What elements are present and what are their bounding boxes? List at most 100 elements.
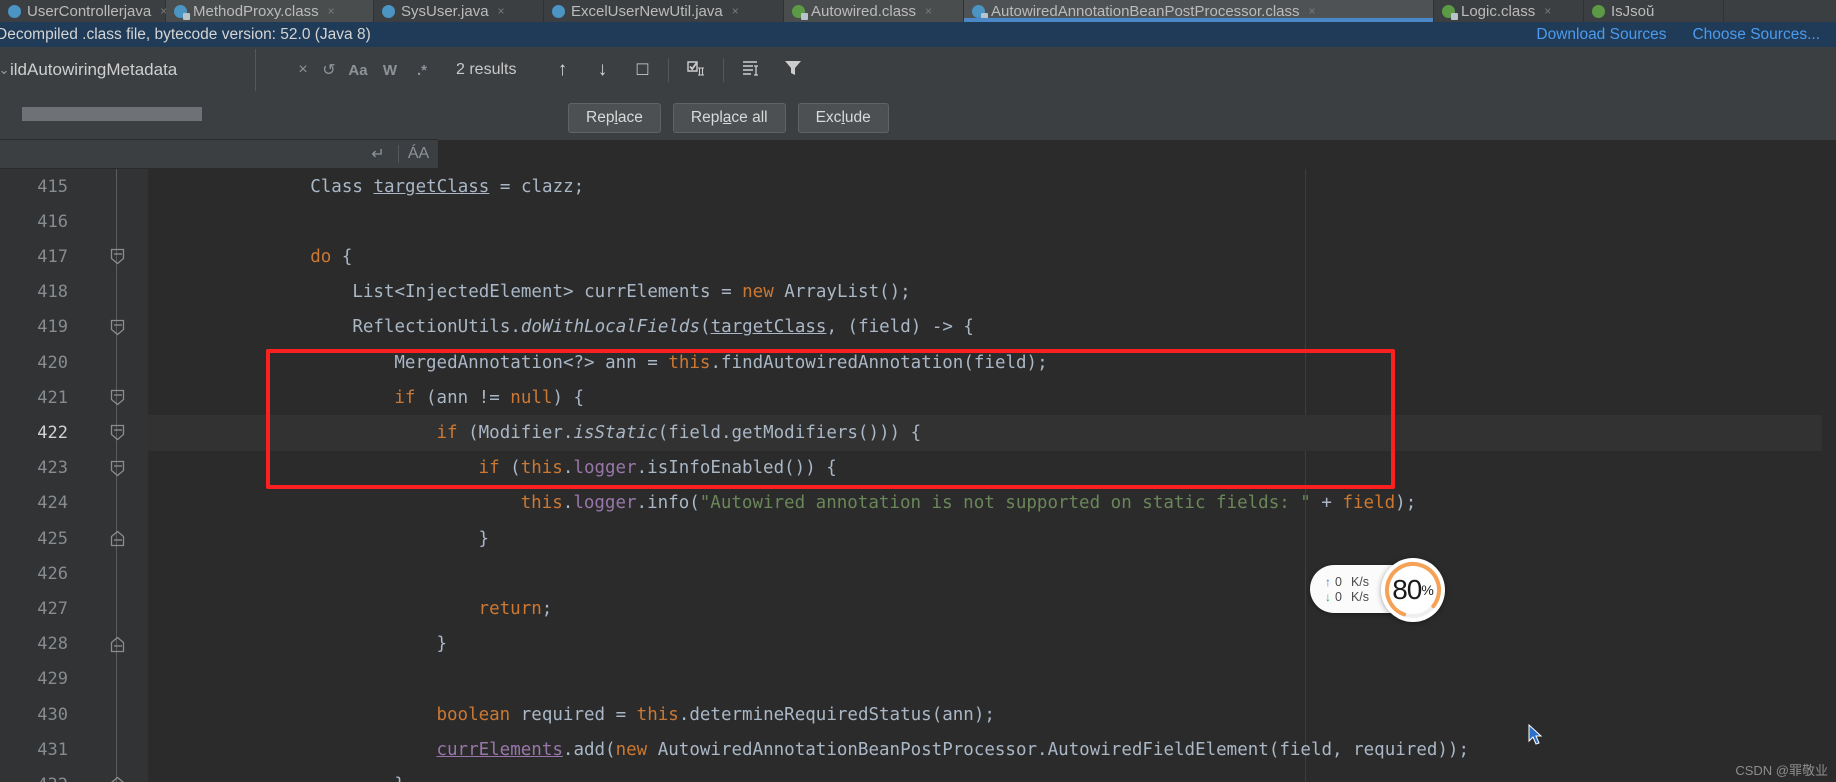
- replace-all-button[interactable]: Replace all: [672, 102, 786, 133]
- clear-search-icon[interactable]: ×: [290, 61, 316, 79]
- search-input-value: ildAutowiringMetadata: [10, 60, 178, 79]
- upload-speed-unit: K/s: [1350, 574, 1370, 589]
- fold-expanded-icon[interactable]: [107, 317, 127, 337]
- select-all-occurrences-icon[interactable]: [675, 58, 717, 83]
- line-number: 426: [37, 563, 68, 584]
- code-line[interactable]: 432}: [0, 767, 1836, 782]
- close-icon[interactable]: ×: [498, 4, 505, 18]
- code-line[interactable]: 419 ReflectionUtils.doWithLocalFields(tar…: [0, 310, 1836, 345]
- fold-expanded-icon[interactable]: [107, 388, 127, 408]
- fold-expanded-icon[interactable]: [107, 423, 127, 443]
- close-icon[interactable]: ×: [328, 4, 335, 18]
- arrow-down-icon: ↓: [1325, 589, 1331, 604]
- line-number: 432: [0, 775, 78, 782]
- open-in-find-window-icon[interactable]: □: [622, 59, 662, 81]
- java-file-icon: [552, 4, 565, 18]
- fold-end-icon[interactable]: [107, 775, 127, 782]
- replace-input[interactable]: [22, 107, 202, 121]
- tab-label: Logic.class: [1461, 2, 1536, 20]
- close-icon[interactable]: ×: [732, 4, 739, 18]
- editor-scrollbar[interactable]: [1822, 338, 1836, 782]
- class-file-icon: [1592, 4, 1605, 18]
- code-line[interactable]: 426: [0, 556, 1836, 591]
- fold-end-icon[interactable]: [107, 529, 127, 549]
- battery-percent: 80: [1392, 574, 1422, 605]
- battery-gauge[interactable]: 80%: [1381, 558, 1445, 622]
- line-number: 431: [37, 739, 68, 760]
- fold-end-icon[interactable]: [107, 634, 127, 654]
- code-text: }: [436, 634, 448, 655]
- find-replace-panel: ⌄ ildAutowiringMetadata × ↺ Aa W .*: [0, 47, 438, 140]
- decompiled-notification-bar: Decompiled .class file, bytecode version…: [0, 22, 1836, 47]
- code-line[interactable]: 415 Class targetClass = clazz;: [0, 169, 1836, 204]
- code-line[interactable]: 430 boolean required = this.determineRequ…: [0, 697, 1836, 732]
- code-line[interactable]: 428}: [0, 627, 1836, 662]
- filter-icon[interactable]: [772, 58, 814, 83]
- tab-method-proxy[interactable]: MethodProxy.class ×: [166, 0, 374, 22]
- code-line[interactable]: 427 return;: [0, 591, 1836, 626]
- fold-expanded-icon[interactable]: [107, 247, 127, 267]
- soft-wrap-icon[interactable]: ↵: [358, 144, 398, 164]
- line-number: 416: [37, 211, 68, 232]
- line-number: 428: [37, 634, 68, 655]
- code-line[interactable]: 424 this.logger.info("Autowired annotatio…: [0, 486, 1836, 521]
- line-number: 427: [37, 598, 68, 619]
- regex-icon[interactable]: .*: [406, 62, 438, 79]
- line-number: 422: [37, 422, 68, 443]
- tab-label: AutowiredAnnotationBeanPostProcessor.cla…: [991, 2, 1300, 20]
- code-editor[interactable]: 415 Class targetClass = clazz; 416 417 do {4…: [0, 169, 1836, 782]
- class-file-icon: [174, 4, 190, 20]
- exclude-button[interactable]: Exclude: [797, 102, 889, 133]
- tab-logic[interactable]: Logic.class ×: [1434, 0, 1584, 22]
- arrow-up-icon: ↑: [1325, 574, 1331, 589]
- line-number: 415: [37, 176, 68, 197]
- tab-sys-user[interactable]: SysUser.java ×: [374, 0, 544, 22]
- code-line[interactable]: 418 List<InjectedElement> currElements = …: [0, 275, 1836, 310]
- tab-label: Autowired.class: [811, 2, 917, 20]
- code-text: do {: [310, 246, 353, 267]
- line-number: 419: [37, 317, 68, 338]
- tab-excel-user-new-util[interactable]: ExcelUserNewUtil.java ×: [544, 0, 784, 22]
- java-file-icon: [382, 4, 395, 18]
- line-number: 417: [37, 246, 68, 267]
- code-line[interactable]: 416: [0, 204, 1836, 239]
- tab-isjson[interactable]: IsJsoŭ: [1584, 0, 1724, 22]
- upload-speed-value: 0: [1335, 574, 1342, 589]
- tab-label: MethodProxy.class: [193, 2, 319, 20]
- code-line[interactable]: 420 MergedAnnotation<?> ann = this.findAu…: [0, 345, 1836, 380]
- tab-user-controller[interactable]: UserControllerjava ×: [0, 0, 167, 22]
- match-case-icon[interactable]: Aa: [342, 62, 374, 79]
- mouse-cursor-icon: [1528, 724, 1543, 745]
- search-input[interactable]: ⌄ ildAutowiringMetadata: [0, 47, 290, 93]
- replace-button[interactable]: Replace: [568, 102, 661, 133]
- divider: [668, 58, 670, 82]
- close-icon[interactable]: ×: [1309, 4, 1316, 18]
- preserve-case-icon[interactable]: [730, 58, 772, 83]
- line-number: 424: [37, 493, 68, 514]
- search-history-icon[interactable]: ↺: [316, 60, 342, 80]
- code-text: boolean required = this.determineRequire…: [436, 704, 995, 725]
- fold-expanded-icon[interactable]: [107, 458, 127, 478]
- close-icon[interactable]: ×: [1544, 4, 1551, 18]
- chevron-down-icon[interactable]: ⌄: [0, 62, 10, 78]
- code-line[interactable]: 431 currElements.add(new AutowiredAnnotat…: [0, 732, 1836, 767]
- download-sources-link[interactable]: Download Sources: [1536, 26, 1666, 44]
- java-file-icon: [8, 4, 21, 18]
- whole-words-icon[interactable]: W: [374, 62, 406, 79]
- code-line[interactable]: 417 do {: [0, 239, 1836, 274]
- code-line[interactable]: 425}: [0, 521, 1836, 556]
- next-match-icon[interactable]: ↓: [582, 59, 622, 81]
- close-icon[interactable]: ×: [925, 4, 932, 18]
- code-line[interactable]: 423 if (this.logger.isInfoEnabled()) {: [0, 451, 1836, 486]
- tab-autowired-annotation-bean-post-processor[interactable]: AutowiredAnnotationBeanPostProcessor.cla…: [964, 0, 1434, 22]
- choose-sources-link[interactable]: Choose Sources...: [1692, 26, 1820, 44]
- tab-autowired[interactable]: Autowired.class ×: [784, 0, 964, 22]
- code-line[interactable]: 421 if (ann != null) {: [0, 380, 1836, 415]
- font-size-icon[interactable]: ÁA: [398, 145, 438, 163]
- code-line[interactable]: 422 if (Modifier.isStatic(field.getModifi…: [0, 415, 1836, 450]
- code-line[interactable]: 429: [0, 662, 1836, 697]
- line-number: 420: [37, 352, 68, 373]
- divider: [255, 49, 256, 91]
- download-speed-value: 0: [1335, 589, 1342, 604]
- previous-match-icon[interactable]: ↑: [542, 59, 582, 81]
